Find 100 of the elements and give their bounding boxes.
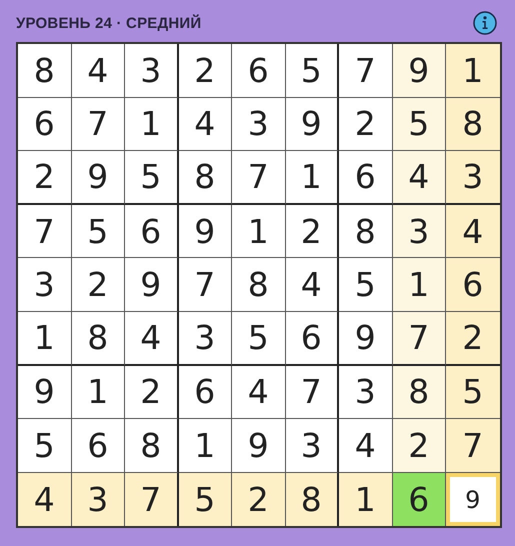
grid-cell[interactable]: 7 — [392, 312, 446, 366]
grid-cell[interactable]: 2 — [232, 472, 286, 526]
cell-digit: 3 — [194, 321, 216, 354]
grid-cell[interactable]: 1 — [178, 419, 232, 473]
grid-cell[interactable]: 4 — [339, 419, 392, 473]
grid-cell[interactable]: 6 — [232, 44, 286, 98]
grid-cell[interactable]: 7 — [286, 366, 339, 420]
cell-digit: 2 — [87, 268, 108, 302]
grid-cell[interactable]: 3 — [446, 151, 500, 205]
grid-cell[interactable]: 6 — [446, 258, 500, 312]
grid-cell[interactable]: 9 — [286, 98, 339, 152]
grid-cell[interactable]: 6 — [18, 98, 72, 152]
grid-cell[interactable]: 8 — [178, 151, 232, 205]
grid-cell[interactable]: 7 — [125, 472, 178, 526]
cell-digit: 7 — [248, 160, 269, 194]
grid-cell[interactable]: 1 — [18, 312, 72, 366]
cell-digit: 3 — [140, 54, 162, 87]
grid-cell[interactable]: 5 — [446, 366, 500, 420]
grid-cell[interactable]: 9 — [339, 312, 392, 366]
grid-cell[interactable]: 5 — [339, 258, 392, 312]
grid-cell[interactable]: 7 — [446, 419, 500, 473]
grid-cell[interactable]: 6 — [339, 151, 392, 205]
grid-cell[interactable]: 4 — [18, 472, 72, 526]
grid-cell[interactable]: 6 — [392, 472, 446, 526]
grid-cell[interactable]: 4 — [392, 151, 446, 205]
grid-cell[interactable]: 8 — [125, 419, 178, 473]
grid-cell[interactable]: 6 — [178, 366, 232, 420]
cell-digit: 2 — [140, 375, 162, 408]
grid-cell[interactable]: 3 — [178, 312, 232, 366]
grid-cell[interactable]: 4 — [125, 312, 178, 366]
cell-digit: 5 — [140, 160, 162, 194]
grid-cell[interactable]: 2 — [125, 366, 178, 420]
cell-digit: 2 — [34, 160, 55, 194]
grid-cell[interactable]: 7 — [339, 44, 392, 98]
cell-digit: 9 — [465, 488, 480, 512]
grid-cell[interactable]: 5 — [72, 204, 125, 258]
grid-cell[interactable]: 2 — [72, 258, 125, 312]
cell-digit: 1 — [140, 107, 162, 140]
grid-cell[interactable]: 5 — [232, 312, 286, 366]
grid-cell[interactable]: 3 — [232, 98, 286, 152]
grid-cell[interactable]: 9 — [125, 258, 178, 312]
grid-cell[interactable]: 7 — [72, 98, 125, 152]
cell-digit: 8 — [34, 54, 55, 87]
cell-digit: 4 — [354, 428, 376, 462]
grid-cell[interactable]: 9 — [392, 44, 446, 98]
grid-cell[interactable]: 2 — [178, 44, 232, 98]
grid-cell[interactable]: 6 — [72, 419, 125, 473]
grid-cell[interactable]: 1 — [339, 472, 392, 526]
grid-cell[interactable]: 5 — [18, 419, 72, 473]
grid-cell[interactable]: 9 — [446, 472, 500, 526]
grid-cell[interactable]: 3 — [339, 366, 392, 420]
grid-cell[interactable]: 2 — [286, 204, 339, 258]
grid-cell[interactable]: 6 — [125, 204, 178, 258]
grid-cell[interactable]: 5 — [392, 98, 446, 152]
cell-digit: 1 — [248, 214, 269, 248]
cell-digit: 9 — [87, 160, 108, 194]
grid-cell[interactable]: 1 — [72, 366, 125, 420]
grid-cell[interactable]: 9 — [18, 366, 72, 420]
grid-cell[interactable]: 3 — [392, 204, 446, 258]
grid-cell[interactable]: 7 — [232, 151, 286, 205]
grid-cell[interactable]: 3 — [286, 419, 339, 473]
grid-cell[interactable]: 6 — [286, 312, 339, 366]
grid-cell[interactable]: 7 — [178, 258, 232, 312]
grid-cell[interactable]: 2 — [446, 312, 500, 366]
grid-cell[interactable]: 2 — [392, 419, 446, 473]
grid-cell[interactable]: 1 — [392, 258, 446, 312]
cell-digit: 5 — [408, 107, 430, 140]
grid-cell[interactable]: 4 — [178, 98, 232, 152]
grid-cell[interactable]: 4 — [286, 258, 339, 312]
grid-cell[interactable]: 1 — [446, 44, 500, 98]
grid-cell[interactable]: 1 — [232, 204, 286, 258]
grid-cell[interactable]: 8 — [446, 98, 500, 152]
grid-cell[interactable]: 4 — [232, 366, 286, 420]
grid-cell[interactable]: 2 — [339, 98, 392, 152]
grid-cell[interactable]: 7 — [18, 204, 72, 258]
grid-cell[interactable]: 3 — [125, 44, 178, 98]
grid-cell[interactable]: 3 — [18, 258, 72, 312]
grid-cell[interactable]: 8 — [232, 258, 286, 312]
cell-digit: 5 — [462, 375, 484, 408]
grid-cell[interactable]: 8 — [339, 204, 392, 258]
grid-cell[interactable]: 8 — [18, 44, 72, 98]
cell-digit: 3 — [354, 375, 376, 408]
grid-cell[interactable]: 4 — [446, 204, 500, 258]
grid-cell[interactable]: 5 — [286, 44, 339, 98]
grid-cell[interactable]: 4 — [72, 44, 125, 98]
grid-cell[interactable]: 1 — [125, 98, 178, 152]
cell-digit: 7 — [462, 428, 484, 462]
cell-digit: 6 — [140, 214, 162, 248]
grid-cell[interactable]: 9 — [178, 204, 232, 258]
grid-cell[interactable]: 8 — [72, 312, 125, 366]
grid-cell[interactable]: 9 — [72, 151, 125, 205]
grid-cell[interactable]: 5 — [125, 151, 178, 205]
info-icon[interactable] — [473, 11, 497, 35]
grid-cell[interactable]: 8 — [286, 472, 339, 526]
grid-cell[interactable]: 5 — [178, 472, 232, 526]
grid-cell[interactable]: 2 — [18, 151, 72, 205]
grid-cell[interactable]: 9 — [232, 419, 286, 473]
grid-cell[interactable]: 3 — [72, 472, 125, 526]
grid-cell[interactable]: 1 — [286, 151, 339, 205]
grid-cell[interactable]: 8 — [392, 366, 446, 420]
